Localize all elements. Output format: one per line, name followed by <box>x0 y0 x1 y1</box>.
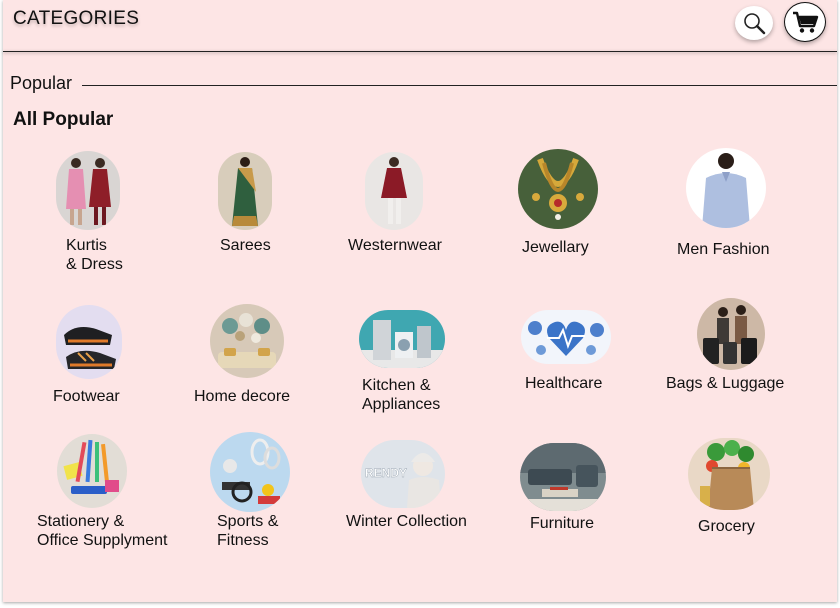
category-label: Stationery & Office Supplyment <box>37 513 168 549</box>
grocery-image <box>688 438 770 510</box>
categories-screen: CATEGORIES Popular All Popular Kurtis & … <box>3 0 837 602</box>
category-label: Healthcare <box>525 375 603 392</box>
category-label: Home decore <box>194 388 291 405</box>
sports-fitness-image <box>210 432 290 512</box>
category-label: Jewellary <box>522 239 589 256</box>
home-decore-image <box>210 304 284 378</box>
westernwear-image <box>365 152 423 230</box>
category-label: Kurtis & Dress <box>66 237 123 273</box>
category-label: Grocery <box>698 518 755 535</box>
winter-banner-text: RENDY <box>365 466 407 480</box>
category-label: Furniture <box>530 515 595 532</box>
category-label: Westernwear <box>348 237 442 254</box>
page-title: CATEGORIES <box>13 8 140 29</box>
category-label: Bags & Luggage <box>666 375 785 392</box>
furniture-image <box>520 443 606 511</box>
category-label: Kitchen & Appliances <box>362 377 441 413</box>
men-fashion-image <box>686 148 766 228</box>
kurtis-image <box>56 151 120 230</box>
search-button[interactable] <box>735 6 773 40</box>
category-label: Footwear <box>53 388 120 405</box>
header-divider <box>3 51 837 52</box>
category-label: Sports & Fitness <box>217 513 279 549</box>
category-label: Winter Collection <box>346 513 467 530</box>
section-divider <box>82 85 837 86</box>
bags-luggage-image <box>697 298 765 370</box>
jewellary-image <box>518 149 598 229</box>
stationery-image <box>57 434 127 508</box>
sarees-image <box>218 152 272 230</box>
search-icon <box>744 13 766 35</box>
winter-collection-image: RENDY <box>361 440 445 508</box>
healthcare-image <box>521 310 611 364</box>
cart-button[interactable] <box>784 2 826 42</box>
section-subheading: All Popular <box>13 109 114 130</box>
kitchen-appliances-image <box>359 310 445 368</box>
category-label: Sarees <box>220 237 271 254</box>
footwear-image <box>56 305 122 379</box>
section-label: Popular <box>10 73 73 93</box>
cart-icon <box>793 11 819 33</box>
category-label: Men Fashion <box>677 241 770 258</box>
